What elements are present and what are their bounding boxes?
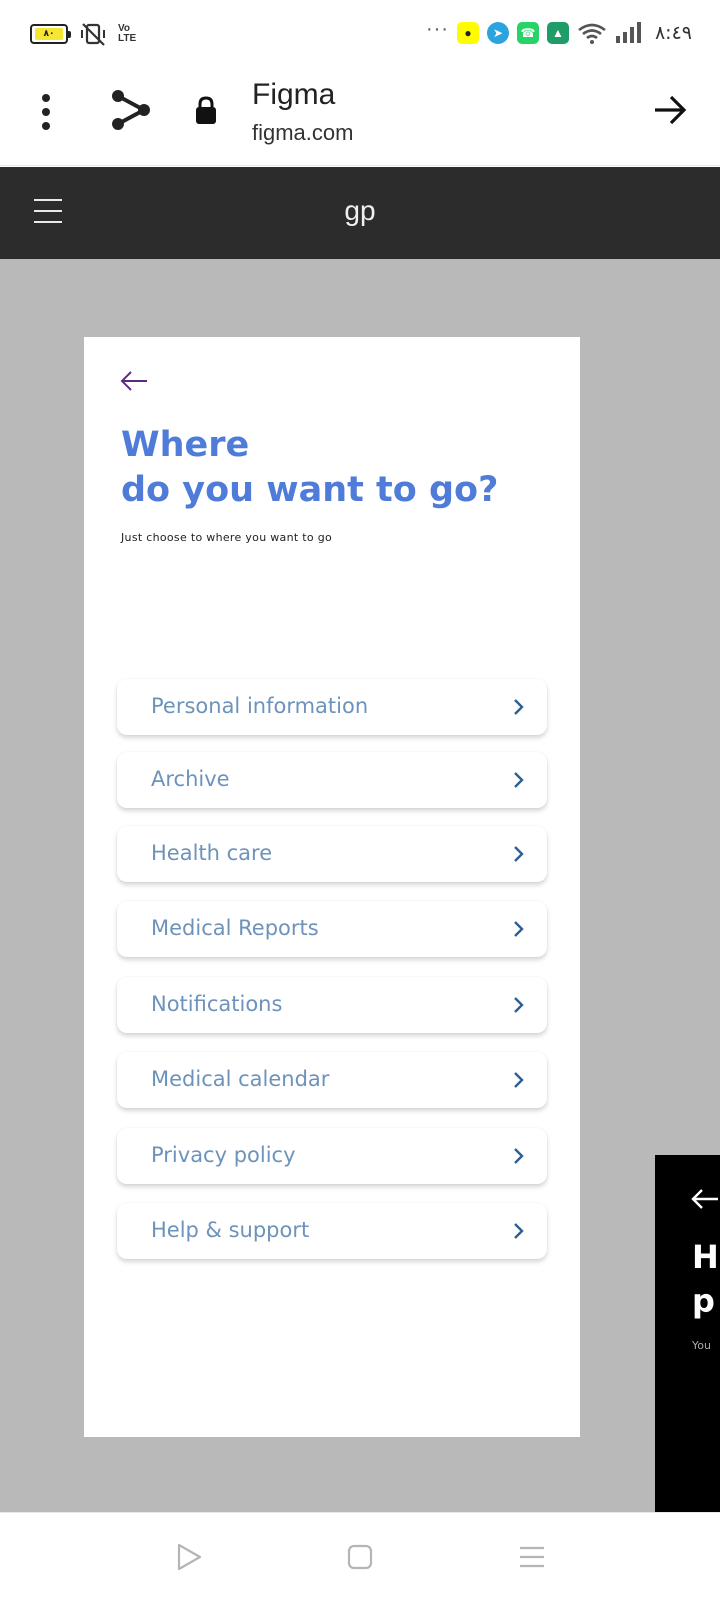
wifi-icon (578, 23, 606, 44)
chevron-right-icon (514, 699, 524, 715)
status-bar: ٨٠ Vo LTE ··· ● ➤ ☎ ▲ ٨:٤٩ (0, 0, 720, 70)
chevron-right-icon (514, 997, 524, 1013)
mountain-app-icon: ▲ (546, 22, 569, 44)
vibrate-icon (81, 23, 105, 46)
menu-item-medical-reports[interactable]: Medical Reports (117, 901, 547, 957)
menu-item-help-support[interactable]: Help & support (117, 1203, 547, 1259)
status-left: ٨٠ Vo LTE (30, 22, 136, 46)
lock-icon (196, 96, 216, 124)
battery-icon: ٨٠ (30, 24, 71, 44)
heading-line-1: Where (121, 425, 250, 465)
volte-line2: LTE (118, 33, 137, 44)
preview-subtitle: You (692, 1339, 711, 1352)
forward-arrow-icon[interactable] (652, 92, 688, 128)
next-screen-preview: H p You (655, 1155, 720, 1512)
chevron-right-icon (514, 1223, 524, 1239)
chevron-right-icon (514, 1072, 524, 1088)
menu-item-medical-calendar[interactable]: Medical calendar (117, 1052, 547, 1108)
browser-toolbar: Figma figma.com (0, 70, 720, 166)
page-url[interactable]: figma.com (252, 120, 353, 146)
notification-overflow: ··· (425, 18, 449, 40)
chevron-right-icon (514, 921, 524, 937)
back-arrow-icon (691, 1189, 718, 1209)
figma-header: gp (0, 167, 720, 259)
menu-item-archive[interactable]: Archive (117, 752, 547, 808)
clock: ٨:٤٩ (654, 22, 692, 44)
menu-item-label: Help & support (151, 1218, 310, 1242)
chevron-right-icon (514, 1148, 524, 1164)
menu-item-privacy-policy[interactable]: Privacy policy (117, 1128, 547, 1184)
snapchat-icon: ● (456, 22, 479, 44)
system-navigation-bar (0, 1512, 720, 1600)
chevron-right-icon (514, 846, 524, 862)
chevron-right-icon (514, 772, 524, 788)
back-arrow-icon[interactable] (120, 371, 148, 391)
volte-indicator: Vo LTE (118, 24, 136, 44)
signal-icon (615, 22, 641, 43)
telegram-icon: ➤ (486, 22, 509, 44)
menu-item-label: Medical Reports (151, 916, 319, 940)
share-icon[interactable] (110, 88, 152, 132)
home-nav-icon[interactable] (344, 1541, 376, 1573)
menu-item-label: Medical calendar (151, 1067, 330, 1091)
app-screen: Where do you want to go? Just choose to … (84, 337, 580, 1437)
prototype-canvas: Where do you want to go? Just choose to … (0, 259, 720, 1512)
battery-level: ٨٠ (35, 28, 63, 40)
menu-item-notifications[interactable]: Notifications (117, 977, 547, 1033)
whatsapp-icon: ☎ (516, 22, 539, 44)
page-subtitle: Just choose to where you want to go (121, 531, 333, 544)
menu-item-health-care[interactable]: Health care (117, 826, 547, 882)
menu-item-personal-information[interactable]: Personal information (117, 679, 547, 735)
heading-line-2: do you want to go? (121, 470, 499, 510)
preview-heading: H p (692, 1238, 719, 1320)
page-title: Figma (252, 78, 336, 111)
menu-item-label: Privacy policy (151, 1143, 296, 1167)
recents-nav-icon[interactable] (516, 1541, 548, 1573)
file-name: gp (344, 195, 376, 226)
page-heading: Where do you want to go? (121, 423, 498, 513)
status-right: ··· ● ➤ ☎ ▲ ٨:٤٩ (425, 18, 692, 44)
back-nav-icon[interactable] (173, 1541, 205, 1573)
menu-item-label: Personal information (151, 694, 369, 718)
menu-item-label: Archive (151, 767, 230, 791)
menu-item-label: Notifications (151, 992, 283, 1016)
more-options-icon[interactable] (36, 94, 56, 130)
menu-item-label: Health care (151, 841, 273, 865)
